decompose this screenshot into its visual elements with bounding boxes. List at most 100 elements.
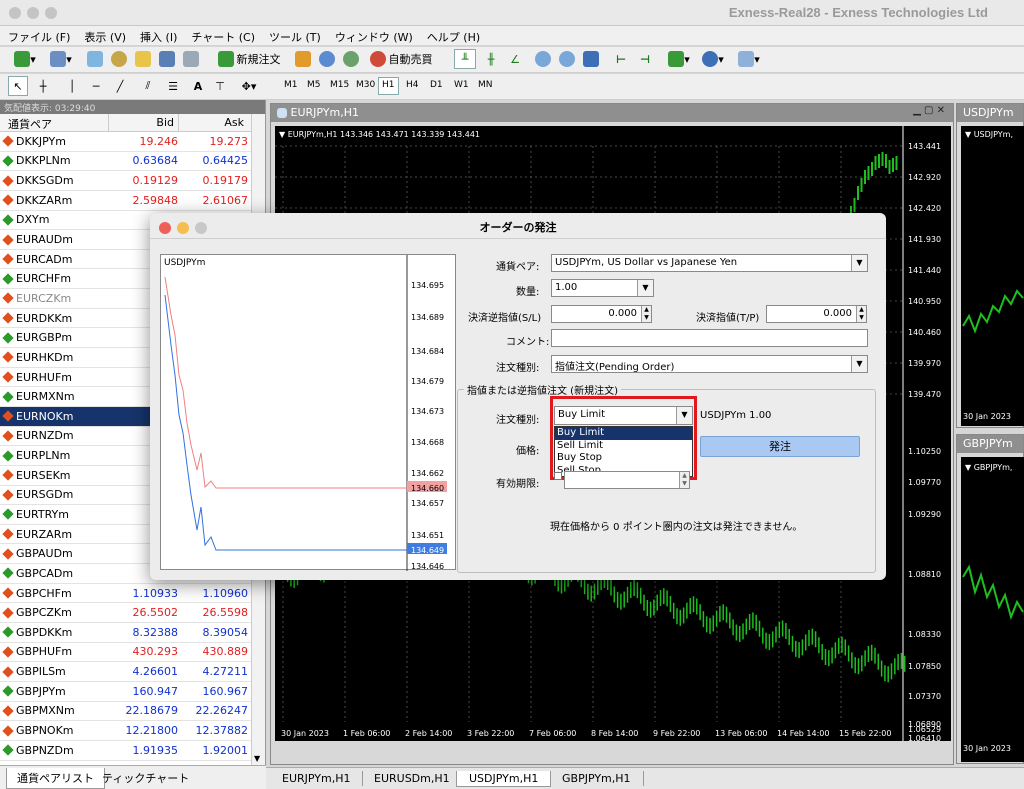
timeframe-d1[interactable]: D1: [426, 77, 447, 95]
timeframe-w1[interactable]: W1: [450, 77, 473, 95]
terminal-button[interactable]: [156, 49, 178, 69]
market-watch-row[interactable]: DKKSGDm 0.19129 0.19179: [0, 171, 265, 191]
profiles-button[interactable]: ▾: [46, 49, 76, 69]
signals-button[interactable]: [340, 49, 362, 69]
tester-button[interactable]: [180, 49, 202, 69]
menu-view[interactable]: 表示 (V): [76, 26, 132, 45]
place-order-button[interactable]: 発注: [700, 436, 860, 457]
column-symbol[interactable]: 通貨ペア: [0, 114, 108, 131]
tile-windows-button[interactable]: [580, 49, 602, 69]
timeframe-m30[interactable]: M30: [352, 77, 379, 95]
market-watch-row[interactable]: DKKPLNm 0.63684 0.64425: [0, 152, 265, 172]
bar-chart-button[interactable]: ╨: [454, 49, 476, 69]
stop-loss-input[interactable]: 0.000 ▲ ▼: [551, 305, 652, 323]
tab-eurusd[interactable]: EURUSDm,H1: [362, 771, 463, 786]
account-button[interactable]: [316, 49, 338, 69]
chevron-down-icon[interactable]: ▼: [637, 280, 653, 296]
tab-usdjpy[interactable]: USDJPYm,H1: [456, 771, 552, 787]
cursor-button[interactable]: ↖: [8, 76, 28, 96]
market-watch-row[interactable]: GBPNZDm 1.91935 1.92001: [0, 741, 265, 761]
label-button[interactable]: ⊤: [210, 76, 230, 96]
timeframe-m1[interactable]: M1: [280, 77, 302, 95]
market-watch-button[interactable]: [84, 49, 106, 69]
comment-input[interactable]: [551, 329, 868, 347]
candlestick-button[interactable]: ╫: [480, 49, 502, 69]
new-order-button[interactable]: 新規注文: [212, 49, 286, 69]
dialog-minimize-button[interactable]: [177, 222, 189, 234]
chart-canvas-usdjpy[interactable]: ▼ USDJPYm, 30 Jan 2023: [961, 126, 1024, 426]
minimize-window-button[interactable]: [27, 7, 39, 19]
periods-button[interactable]: ▾: [698, 49, 728, 69]
fibonacci-button[interactable]: ☰: [162, 76, 184, 96]
zoom-window-button[interactable]: [45, 7, 57, 19]
volume-select[interactable]: 1.00 ▼: [551, 279, 654, 297]
timeframe-h1[interactable]: H1: [378, 77, 399, 95]
indicators-button[interactable]: ▾: [664, 49, 694, 69]
menu-chart[interactable]: チャート (C): [183, 26, 261, 45]
market-watch-row[interactable]: GBPJPYm 160.947 160.967: [0, 682, 265, 702]
auto-trading-button[interactable]: 自動売買: [364, 49, 438, 69]
zoom-out-button[interactable]: [556, 49, 578, 69]
new-chart-button[interactable]: ▾: [8, 49, 42, 69]
order-type-select[interactable]: 指値注文(Pending Order) ▼: [551, 355, 868, 373]
templates-button[interactable]: ▾: [734, 49, 764, 69]
chevron-down-icon[interactable]: ▼: [851, 255, 867, 271]
price-tick-label: 134.657: [411, 499, 444, 508]
timeframe-mn[interactable]: MN: [474, 77, 497, 95]
take-profit-input[interactable]: 0.000 ▲ ▼: [766, 305, 867, 323]
market-watch-row[interactable]: GBPMXNm 22.18679 22.26247: [0, 702, 265, 722]
auto-scroll-button[interactable]: ⊢: [610, 49, 632, 69]
stepper-icon[interactable]: ▲ ▼: [679, 472, 689, 488]
menu-file[interactable]: ファイル (F): [0, 26, 76, 45]
price-tick-label: 134.651: [411, 531, 444, 540]
column-ask[interactable]: Ask: [178, 114, 248, 131]
menu-window[interactable]: ウィンドウ (W): [327, 26, 419, 45]
vertical-line-button[interactable]: │: [62, 76, 82, 96]
market-watch-row[interactable]: GBPDKKm 8.32388 8.39054: [0, 623, 265, 643]
navigator-button[interactable]: [132, 49, 154, 69]
expiry-checkbox[interactable]: [554, 472, 562, 480]
market-watch-row[interactable]: GBPILSm 4.26601 4.27211: [0, 662, 265, 682]
market-watch-row[interactable]: GBPCHFm 1.10933 1.10960: [0, 584, 265, 604]
market-watch-row[interactable]: GBPHUFm 430.293 430.889: [0, 643, 265, 663]
menu-insert[interactable]: 挿入 (I): [132, 26, 183, 45]
arrows-button[interactable]: ✥▾: [234, 76, 264, 96]
close-window-button[interactable]: [9, 7, 21, 19]
market-watch-row[interactable]: DKKZARm 2.59848 2.61067: [0, 191, 265, 211]
chart-title-gbpjpy: GBPJPYm: [957, 435, 1023, 453]
column-bid[interactable]: Bid: [108, 114, 178, 131]
symbol-text: GBPJPYm: [16, 684, 66, 698]
crosshair-button[interactable]: ┼: [32, 76, 54, 96]
horizontal-line-button[interactable]: ─: [86, 76, 106, 96]
data-window-button[interactable]: [108, 49, 130, 69]
dialog-zoom-button[interactable]: [195, 222, 207, 234]
channel-button[interactable]: ⫽: [136, 76, 160, 96]
stepper-icon[interactable]: ▲ ▼: [856, 306, 866, 322]
zoom-in-button[interactable]: [532, 49, 554, 69]
dialog-close-button[interactable]: [159, 222, 171, 234]
timeframe-h4[interactable]: H4: [402, 77, 423, 95]
line-chart-button[interactable]: ∠: [504, 49, 526, 69]
tab-tick-chart[interactable]: ティックチャート: [92, 768, 199, 788]
meta-editor-button[interactable]: [292, 49, 314, 69]
market-watch-row[interactable]: DKKJPYm 19.246 19.273: [0, 132, 265, 152]
tab-symbols[interactable]: 通貨ペアリスト: [6, 768, 105, 789]
market-watch-row[interactable]: GBPNOKm 12.21800 12.37882: [0, 721, 265, 741]
scroll-down-icon[interactable]: ▼: [254, 754, 260, 763]
chart-shift-button[interactable]: ⊣: [634, 49, 656, 69]
timeframe-m5[interactable]: M5: [303, 77, 325, 95]
stepper-icon[interactable]: ▲ ▼: [641, 306, 651, 322]
expiry-input[interactable]: ▲ ▼: [564, 471, 690, 489]
symbol-select[interactable]: USDJPYm, US Dollar vs Japanese Yen ▼: [551, 254, 868, 272]
menu-help[interactable]: ヘルプ (H): [419, 26, 486, 45]
chevron-down-icon[interactable]: ▼: [851, 356, 867, 372]
trendline-button[interactable]: ╱: [110, 76, 130, 96]
text-button[interactable]: A: [188, 76, 208, 96]
timeframe-m15[interactable]: M15: [326, 77, 353, 95]
chart-canvas-gbpjpy[interactable]: ▼ GBPJPYm, 30 Jan 2023: [961, 457, 1024, 762]
window-controls[interactable]: ▁ ▢ ✕: [913, 105, 945, 116]
tab-eurjpy[interactable]: EURJPYm,H1: [270, 771, 364, 786]
tab-gbpjpy[interactable]: GBPJPYm,H1: [550, 771, 644, 786]
market-watch-row[interactable]: GBPCZKm 26.5502 26.5598: [0, 603, 265, 624]
menu-tools[interactable]: ツール (T): [261, 26, 327, 45]
